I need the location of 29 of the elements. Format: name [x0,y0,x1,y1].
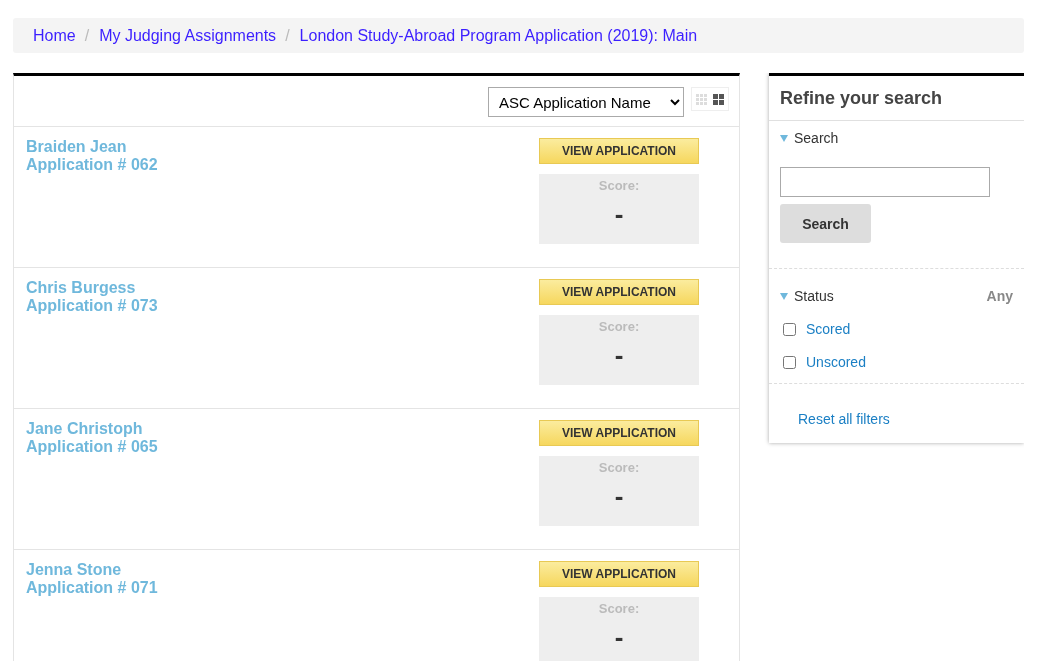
status-checkbox[interactable] [783,322,796,336]
score-value: - [614,481,624,512]
section-heading[interactable]: Status [794,288,834,304]
score-value: - [614,622,624,653]
checkbox-label[interactable]: Unscored [806,354,866,370]
score-value: - [614,199,624,230]
triangle-icon[interactable] [780,292,788,300]
status-filter-value: Any [986,288,1013,304]
breadcrumb-link[interactable]: My Judging Assignments [99,26,277,45]
breadcrumb-separator: / [84,26,90,45]
triangle-icon[interactable] [780,134,788,142]
breadcrumb-link[interactable]: London Study-Abroad Program Application (2019): Main [299,26,698,45]
breadcrumb-separator: / [285,26,290,45]
breadcrumb-link[interactable]: Home [33,26,76,45]
view-application-button[interactable]: VIEW APPLICATION [539,279,699,305]
view-application-button[interactable]: VIEW APPLICATION [539,138,699,164]
search-field[interactable] [780,167,990,197]
view-application-button[interactable]: VIEW APPLICATION [539,420,699,446]
small-grid-icon[interactable] [696,93,707,105]
search-button[interactable]: Search [780,204,871,243]
checkbox-label[interactable]: Scored [806,321,851,337]
section-heading[interactable]: Search [794,130,839,146]
reset-filters-link[interactable]: Reset all filters [769,384,1024,443]
view-application-button[interactable]: VIEW APPLICATION [539,561,699,587]
score-value: - [614,340,624,371]
sort-dropdown[interactable]: ASC Application Name [488,87,684,117]
panel-title: Refine your search [769,76,1024,121]
large-grid-icon[interactable] [713,93,724,105]
status-checkbox[interactable] [783,355,796,369]
